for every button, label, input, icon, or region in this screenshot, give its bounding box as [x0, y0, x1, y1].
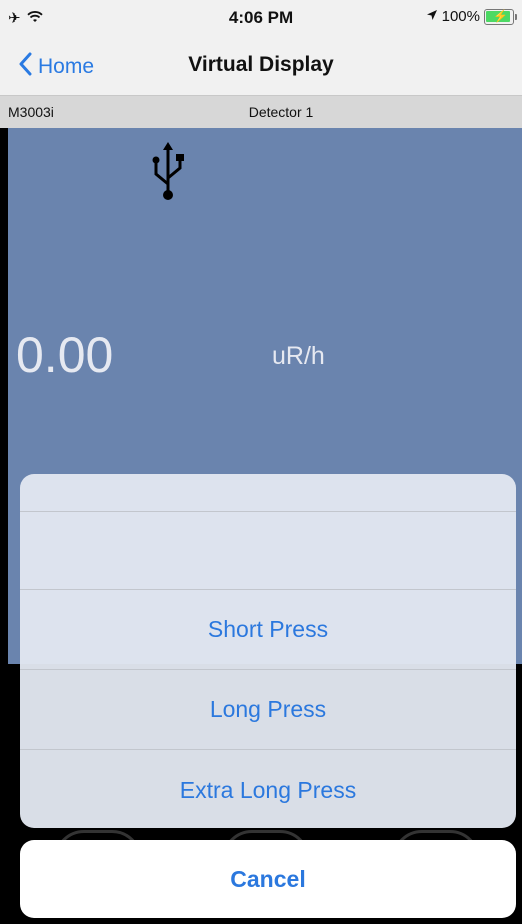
cancel-button[interactable]: Cancel — [20, 840, 516, 918]
extra-long-press-option[interactable]: Extra Long Press — [20, 750, 516, 828]
status-bar: ✈ 4:06 PM 100% ⚡ — [0, 0, 522, 38]
short-press-option[interactable]: Short Press — [20, 590, 516, 670]
battery-charging-icon: ⚡ — [484, 8, 517, 25]
usb-icon — [150, 140, 186, 202]
location-icon — [426, 8, 438, 25]
device-info-row: M3003i Detector 1 — [0, 96, 522, 128]
action-sheet-header — [20, 474, 516, 512]
reading-value: 0.00 — [16, 327, 114, 383]
detector-label: Detector 1 — [248, 104, 314, 120]
battery-percent: 100% — [441, 8, 480, 25]
navigation-bar: Home Virtual Display — [0, 38, 522, 96]
status-right-icons: 100% ⚡ — [426, 8, 517, 25]
long-press-option[interactable]: Long Press — [20, 670, 516, 750]
action-sheet: Short Press Long Press Extra Long Press — [20, 474, 516, 828]
action-sheet-blank-row — [20, 512, 516, 590]
page-title: Virtual Display — [188, 53, 334, 76]
reading-unit: uR/h — [272, 342, 325, 370]
